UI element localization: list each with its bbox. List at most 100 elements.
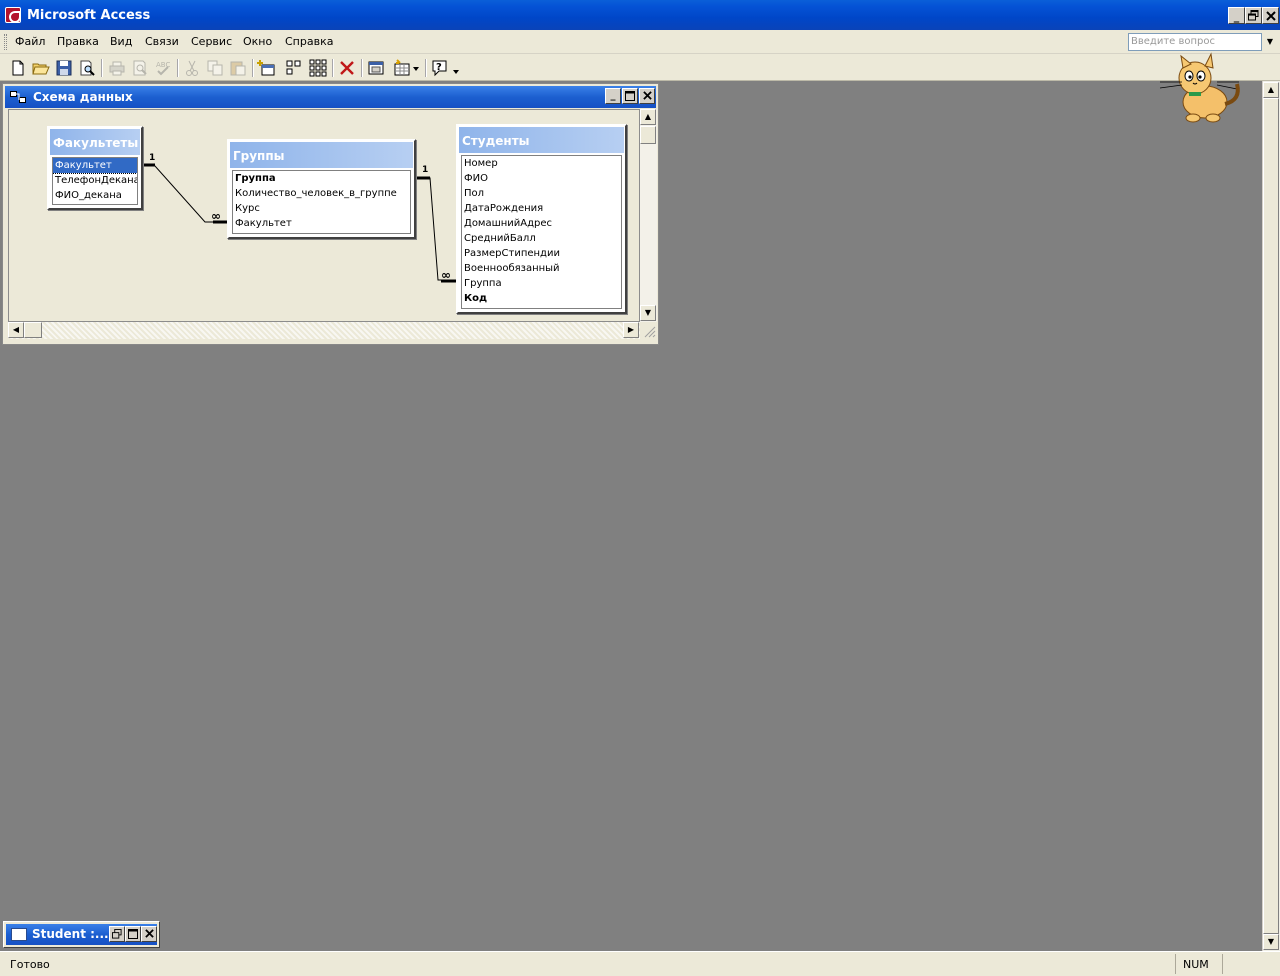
table-groups[interactable]: Группы Группа Количество_человек_в_групп… bbox=[227, 139, 416, 239]
relationships-canvas[interactable]: 1 ∞ 1 ∞ Факультеты Факультет ТелефонДека… bbox=[8, 109, 640, 322]
show-all-button[interactable] bbox=[308, 58, 328, 78]
save-button[interactable] bbox=[54, 58, 74, 78]
menu-view[interactable]: Вид bbox=[110, 35, 132, 48]
restore-button[interactable] bbox=[1245, 7, 1262, 24]
close-button[interactable] bbox=[141, 926, 157, 942]
relation-one-mark: 1 bbox=[422, 165, 429, 175]
arrow-up-icon: ▲ bbox=[644, 112, 652, 121]
cut-icon bbox=[186, 60, 198, 76]
minimized-database-window[interactable]: Student :... bbox=[3, 921, 160, 948]
field-item[interactable]: ДатаРождения bbox=[462, 201, 621, 216]
object-menu-icon bbox=[394, 59, 419, 76]
child-minimize-button[interactable]: _ bbox=[605, 88, 621, 104]
menu-tools[interactable]: Сервис bbox=[191, 35, 232, 48]
table-faculties[interactable]: Факультеты Факультет ТелефонДекана ФИО_д… bbox=[47, 126, 143, 210]
ask-question-dropdown[interactable]: ▼ bbox=[1263, 33, 1277, 51]
field-item[interactable]: Пол bbox=[462, 186, 621, 201]
mdi-vertical-scrollbar[interactable]: ▲ ▼ bbox=[1262, 81, 1280, 951]
minimize-icon: _ bbox=[1233, 10, 1240, 23]
print-button[interactable] bbox=[107, 58, 127, 78]
new-button[interactable] bbox=[8, 58, 28, 78]
menu-help[interactable]: Справка bbox=[285, 35, 333, 48]
new-object-button[interactable] bbox=[392, 58, 422, 78]
cut-button[interactable] bbox=[182, 58, 202, 78]
scroll-thumb[interactable] bbox=[24, 322, 42, 338]
delete-icon bbox=[340, 61, 354, 75]
title-bar[interactable]: Microsoft Access _ bbox=[0, 0, 1280, 30]
file-search-button[interactable] bbox=[77, 58, 97, 78]
show-table-button[interactable] bbox=[257, 58, 277, 78]
field-item[interactable]: Количество_человек_в_группе bbox=[233, 186, 410, 201]
print-icon bbox=[109, 61, 125, 76]
office-assistant[interactable] bbox=[1155, 52, 1245, 124]
ask-question-input[interactable]: Введите вопрос bbox=[1128, 33, 1262, 51]
scroll-up-button[interactable]: ▲ bbox=[1263, 82, 1279, 98]
field-item[interactable]: Номер bbox=[462, 156, 621, 171]
spelling-icon: ABC bbox=[156, 61, 170, 76]
toolbar-separator bbox=[425, 59, 427, 77]
size-grip[interactable] bbox=[640, 322, 657, 339]
field-item[interactable]: СреднийБалл bbox=[462, 231, 621, 246]
field-item[interactable]: ФИО bbox=[462, 171, 621, 186]
field-item[interactable]: Группа bbox=[233, 171, 410, 186]
minimize-button[interactable]: _ bbox=[1228, 7, 1245, 24]
field-item[interactable]: Военнообязанный bbox=[462, 261, 621, 276]
child-horizontal-scrollbar[interactable]: ◀ ▶ bbox=[8, 322, 640, 339]
field-item[interactable]: Факультет bbox=[53, 158, 137, 174]
database-icon bbox=[11, 928, 27, 941]
field-list: Факультет ТелефонДекана ФИО_декана bbox=[52, 157, 138, 205]
scroll-down-button[interactable]: ▼ bbox=[1263, 934, 1279, 950]
database-window-button[interactable] bbox=[367, 58, 387, 78]
close-button[interactable] bbox=[1262, 7, 1279, 24]
field-item[interactable]: Группа bbox=[462, 276, 621, 291]
scroll-down-button[interactable]: ▼ bbox=[640, 305, 656, 321]
relationship-line-group-student bbox=[416, 177, 456, 281]
close-icon bbox=[144, 929, 154, 938]
paste-button[interactable] bbox=[228, 58, 248, 78]
field-item[interactable]: ТелефонДекана bbox=[53, 173, 137, 188]
scroll-thumb[interactable] bbox=[1263, 98, 1279, 934]
maximize-button[interactable] bbox=[125, 926, 141, 942]
minimized-window-titlebar[interactable]: Student :... bbox=[6, 924, 157, 945]
relationships-window-titlebar[interactable]: Схема данных _ bbox=[5, 86, 656, 108]
arrow-down-icon: ▼ bbox=[644, 308, 652, 317]
maximize-icon bbox=[128, 929, 138, 939]
field-item[interactable]: Факультет bbox=[233, 216, 410, 231]
print-preview-button[interactable] bbox=[130, 58, 150, 78]
menu-grip[interactable] bbox=[4, 34, 7, 50]
help-button[interactable]: ? bbox=[430, 58, 460, 78]
show-direct-button[interactable] bbox=[284, 58, 304, 78]
child-vertical-scrollbar[interactable]: ▲ ▼ bbox=[640, 109, 657, 322]
table-students[interactable]: Студенты Номер ФИО Пол ДатаРождения Дома… bbox=[456, 124, 627, 314]
menu-edit[interactable]: Правка bbox=[57, 35, 99, 48]
field-item[interactable]: Курс bbox=[233, 201, 410, 216]
access-app-icon[interactable] bbox=[5, 7, 21, 23]
app-title: Microsoft Access bbox=[27, 8, 151, 23]
table-title[interactable]: Группы bbox=[230, 142, 413, 168]
scroll-right-button[interactable]: ▶ bbox=[623, 322, 639, 338]
toolbar-separator bbox=[361, 59, 363, 77]
copy-button[interactable] bbox=[205, 58, 225, 78]
table-title[interactable]: Студенты bbox=[459, 127, 624, 153]
save-icon bbox=[56, 60, 72, 76]
spelling-button[interactable]: ABC bbox=[153, 58, 173, 78]
child-close-button[interactable] bbox=[639, 88, 655, 104]
scroll-thumb[interactable] bbox=[640, 126, 656, 144]
table-title[interactable]: Факультеты bbox=[50, 129, 140, 155]
menu-window[interactable]: Окно bbox=[243, 35, 272, 48]
delete-button[interactable] bbox=[337, 58, 357, 78]
maximize-icon bbox=[625, 91, 635, 101]
scroll-left-button[interactable]: ◀ bbox=[8, 322, 24, 338]
field-item[interactable]: РазмерСтипендии bbox=[462, 246, 621, 261]
open-button[interactable] bbox=[31, 58, 51, 78]
menu-relationships[interactable]: Связи bbox=[145, 35, 179, 48]
arrow-left-icon: ◀ bbox=[12, 325, 20, 334]
child-maximize-button[interactable] bbox=[622, 88, 638, 104]
cat-assistant-icon bbox=[1159, 52, 1240, 123]
field-item[interactable]: ДомашнийАдрес bbox=[462, 216, 621, 231]
field-item[interactable]: Код bbox=[462, 291, 621, 306]
scroll-up-button[interactable]: ▲ bbox=[640, 109, 656, 125]
restore-button[interactable] bbox=[109, 926, 125, 942]
menu-file[interactable]: Файл bbox=[15, 35, 45, 48]
field-item[interactable]: ФИО_декана bbox=[53, 188, 137, 203]
